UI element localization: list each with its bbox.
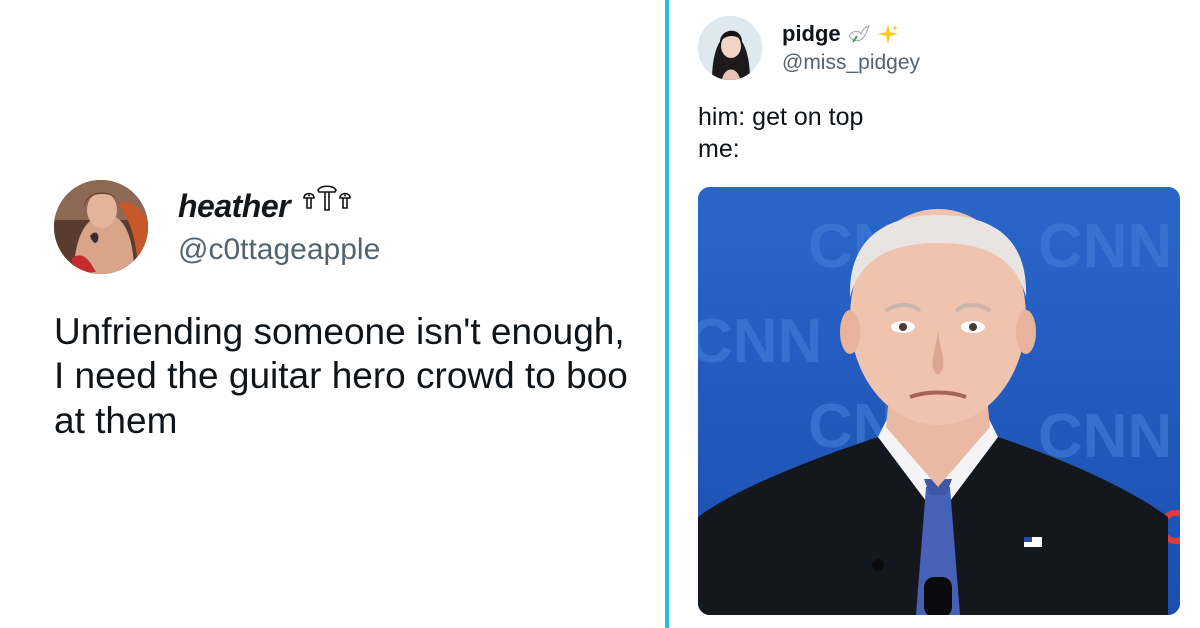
tweet-text: Unfriending someone isn't enough, I need… [54, 311, 628, 441]
tweet-text: him: get on top me: [698, 102, 1180, 165]
user-handle[interactable]: @c0ttageapple [178, 233, 380, 267]
background-logo-text: CNN [698, 307, 822, 376]
tweet-text-line: him: get on top [698, 103, 864, 131]
display-name-row[interactable]: pidge [782, 21, 920, 47]
user-info: heather @c0ttageapple [178, 185, 380, 267]
tweet-card-left: heather @c0ttageapple Unfriending someon… [54, 180, 644, 443]
avatar-photo [54, 180, 148, 274]
display-name[interactable]: heather [178, 188, 291, 225]
avatar-photo [698, 16, 762, 80]
mushroom-icon [303, 192, 315, 209]
name-emoji-group [302, 184, 352, 212]
tweet-header: pidge @miss_pidgey [698, 16, 1180, 80]
sparkles-icon [877, 24, 898, 44]
avatar[interactable] [54, 180, 148, 274]
dove-icon [848, 25, 870, 43]
display-name[interactable]: pidge [782, 21, 841, 47]
mushroom-icon [317, 185, 338, 211]
tweet-text-line: me: [698, 134, 740, 163]
tweet-card-right: pidge @miss_pidgey him: get on top me: C… [698, 16, 1180, 615]
media-photo: CNN CNN CNN CNN CNN [698, 187, 1180, 615]
tweet-media-image[interactable]: CNN CNN CNN CNN CNN [698, 187, 1180, 615]
avatar[interactable] [698, 16, 762, 80]
user-info: pidge @miss_pidgey [782, 21, 920, 75]
panel-divider [665, 0, 669, 628]
mushroom-icon [339, 192, 351, 209]
user-handle[interactable]: @miss_pidgey [782, 51, 920, 75]
display-name-row[interactable]: heather [178, 185, 380, 225]
meme-canvas: heather @c0ttageapple Unfriending someon… [0, 0, 1200, 628]
background-logo-text: CNN [1038, 212, 1172, 281]
tweet-header: heather @c0ttageapple [54, 180, 644, 274]
